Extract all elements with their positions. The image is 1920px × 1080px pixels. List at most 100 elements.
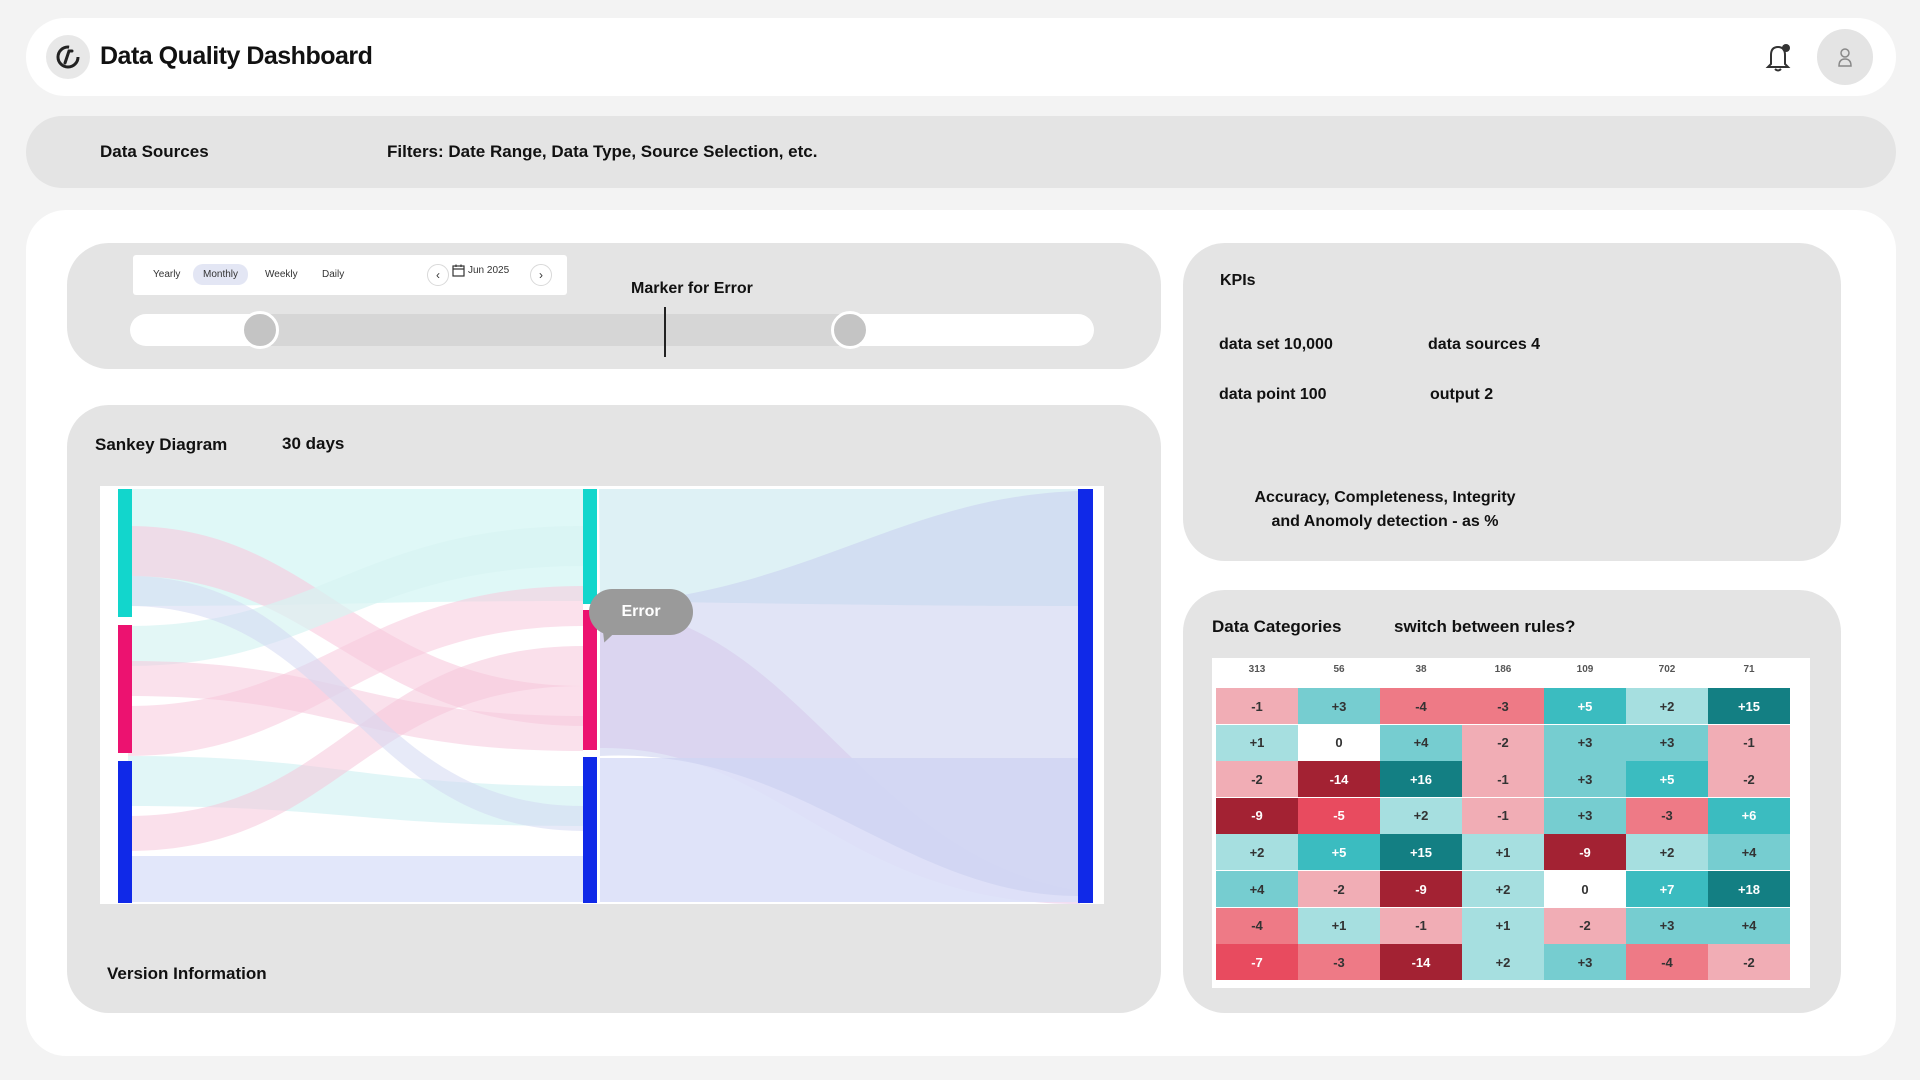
current-month: Jun 2025 xyxy=(468,265,510,276)
heatmap-cell[interactable]: +1 xyxy=(1216,724,1298,761)
range-end-handle[interactable] xyxy=(831,311,869,349)
heatmap-cell[interactable]: +5 xyxy=(1626,761,1708,798)
period-weekly[interactable]: Weekly xyxy=(265,269,298,280)
heatmap-cell[interactable]: -2 xyxy=(1462,724,1544,761)
heatmap-cell[interactable]: +3 xyxy=(1544,761,1626,798)
heatmap-cell[interactable]: -3 xyxy=(1298,944,1380,981)
heatmap-cell[interactable]: +2 xyxy=(1626,688,1708,724)
period-monthly[interactable]: Monthly xyxy=(193,264,249,285)
heatmap-cell[interactable]: -2 xyxy=(1216,761,1298,798)
user-icon xyxy=(1838,48,1852,67)
heatmap-cell[interactable]: +16 xyxy=(1380,761,1462,798)
avatar[interactable] xyxy=(1817,29,1873,85)
heatmap-cell[interactable]: -1 xyxy=(1708,724,1790,761)
heatmap-cell[interactable]: -2 xyxy=(1298,871,1380,907)
heatmap-cell[interactable]: +3 xyxy=(1626,724,1708,761)
heatmap-cell[interactable]: +2 xyxy=(1626,834,1708,871)
category-heatmap[interactable]: 313 56 38 186 109 702 71 -1 +3 -4 -3 +5 +2 +15 +1 0 +4 -2… xyxy=(1212,658,1810,988)
kpi-note-line-1: Accuracy, Completeness, Integrity xyxy=(1254,489,1516,506)
heatmap-cell[interactable]: +5 xyxy=(1298,834,1380,871)
sankey-panel: Sankey Diagram 30 days Error Version Inf… xyxy=(67,405,1161,1013)
range-start-handle[interactable] xyxy=(241,311,279,349)
node-source-cyan xyxy=(118,489,132,617)
month-display[interactable]: Jun 2025 xyxy=(452,264,509,277)
heatmap-cell[interactable]: -4 xyxy=(1626,944,1708,981)
heatmap-cell[interactable]: -5 xyxy=(1298,797,1380,834)
heatmap-cell[interactable]: +18 xyxy=(1708,871,1790,907)
heatmap-cell[interactable]: -3 xyxy=(1626,797,1708,834)
heatmap-cell[interactable]: +5 xyxy=(1544,688,1626,724)
heatmap-cell[interactable]: +4 xyxy=(1708,834,1790,871)
heatmap-cell[interactable]: -2 xyxy=(1708,761,1790,798)
heatmap-cell[interactable]: -7 xyxy=(1216,944,1298,981)
heatmap-cell[interactable]: -1 xyxy=(1380,907,1462,944)
chevron-left-icon[interactable]: ‹ xyxy=(427,264,449,286)
flow-h xyxy=(128,856,583,902)
node-output-blue xyxy=(1078,489,1093,903)
heatmap-cell[interactable]: +3 xyxy=(1298,688,1380,724)
heatmap-column-header: 71 xyxy=(1743,664,1755,675)
date-range-slider[interactable] xyxy=(130,311,1094,349)
heatmap-cell[interactable]: +15 xyxy=(1708,688,1790,724)
heatmap-cell[interactable]: +4 xyxy=(1380,724,1462,761)
heatmap-cell[interactable]: -14 xyxy=(1298,761,1380,798)
sankey-diagram[interactable] xyxy=(100,486,1104,904)
filter-bar: Data Sources Filters: Date Range, Data T… xyxy=(26,116,1896,188)
heatmap-cell[interactable]: -3 xyxy=(1462,688,1544,724)
error-marker-label: Marker for Error xyxy=(631,280,753,297)
heatmap-cell[interactable]: +2 xyxy=(1380,797,1462,834)
heatmap-column-header: 109 xyxy=(1576,664,1594,675)
heatmap-cell[interactable]: -9 xyxy=(1544,834,1626,871)
heatmap-cell[interactable]: -1 xyxy=(1216,688,1298,724)
chevron-right-icon[interactable]: › xyxy=(530,264,552,286)
heatmap-cell[interactable]: +3 xyxy=(1544,944,1626,981)
heatmap-cell[interactable]: -1 xyxy=(1462,797,1544,834)
heatmap-cell[interactable]: -4 xyxy=(1216,907,1298,944)
heatmap-cell[interactable]: +2 xyxy=(1462,944,1544,981)
heatmap-cell[interactable]: +7 xyxy=(1626,871,1708,907)
kpi-panel: KPIs data set 10,000 data sources 4 data… xyxy=(1183,243,1841,561)
heatmap-cell[interactable]: 0 xyxy=(1544,871,1626,907)
heatmap-cell[interactable]: +15 xyxy=(1380,834,1462,871)
heatmap-cell[interactable]: +3 xyxy=(1626,907,1708,944)
heatmap-cell[interactable]: -9 xyxy=(1216,797,1298,834)
heatmap-cell[interactable]: +4 xyxy=(1708,907,1790,944)
heatmap-cell[interactable]: 0 xyxy=(1298,724,1380,761)
kpi-data-set: data set 10,000 xyxy=(1219,336,1333,353)
heatmap-cell[interactable]: -4 xyxy=(1380,688,1462,724)
heatmap-column-header: 313 xyxy=(1248,664,1266,675)
heatmap-cell[interactable]: -2 xyxy=(1544,907,1626,944)
node-source-blue xyxy=(118,761,132,903)
top-bar: Data Quality Dashboard xyxy=(26,18,1896,96)
calendar-icon xyxy=(452,264,465,277)
switch-rules-label[interactable]: switch between rules? xyxy=(1394,617,1575,637)
kpi-metrics-note: Accuracy, Completeness, Integrity and An… xyxy=(1225,486,1545,534)
heatmap-column-header: 702 xyxy=(1658,664,1676,675)
heatmap-cell[interactable]: +1 xyxy=(1462,907,1544,944)
filters-label[interactable]: Filters: Date Range, Data Type, Source S… xyxy=(387,142,817,162)
kpi-note-line-2: and Anomoly detection - as % xyxy=(1271,513,1499,530)
error-tooltip[interactable]: Error xyxy=(589,589,693,635)
heatmap-cell[interactable]: +6 xyxy=(1708,797,1790,834)
heatmap-cell[interactable]: +1 xyxy=(1298,907,1380,944)
heatmap-cell[interactable]: +3 xyxy=(1544,797,1626,834)
data-sources-label[interactable]: Data Sources xyxy=(100,142,209,162)
period-daily[interactable]: Daily xyxy=(322,269,344,280)
heatmap-cell[interactable]: -9 xyxy=(1380,871,1462,907)
period-yearly[interactable]: Yearly xyxy=(153,269,180,280)
sankey-period[interactable]: 30 days xyxy=(282,434,344,454)
version-information[interactable]: Version Information xyxy=(107,964,267,984)
heatmap-cell[interactable]: +4 xyxy=(1216,871,1298,907)
data-categories-panel: Data Categories switch between rules? 31… xyxy=(1183,590,1841,1013)
heatmap-cell[interactable]: -14 xyxy=(1380,944,1462,981)
bell-icon[interactable] xyxy=(1761,40,1795,74)
heatmap-cell[interactable]: +3 xyxy=(1544,724,1626,761)
heatmap-column-header: 186 xyxy=(1494,664,1512,675)
heatmap-column-header: 38 xyxy=(1415,664,1427,675)
heatmap-cell[interactable]: +1 xyxy=(1462,834,1544,871)
heatmap-cell[interactable]: -1 xyxy=(1462,761,1544,798)
brand-logo-icon[interactable] xyxy=(46,35,90,79)
heatmap-cell[interactable]: +2 xyxy=(1216,834,1298,871)
heatmap-cell[interactable]: -2 xyxy=(1708,944,1790,981)
heatmap-cell[interactable]: +2 xyxy=(1462,871,1544,907)
